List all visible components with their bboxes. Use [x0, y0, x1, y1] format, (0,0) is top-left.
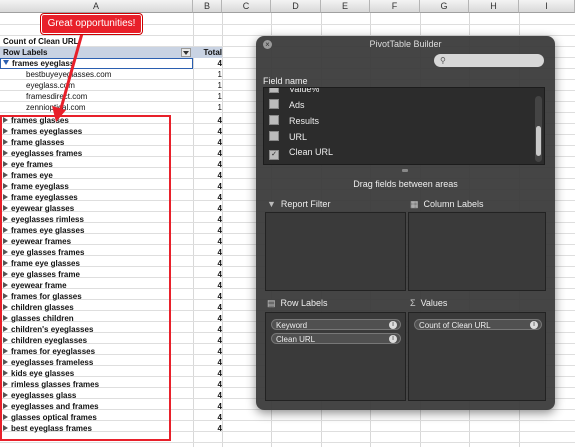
pivot-child-value: 1 [217, 81, 222, 90]
row-labels-filter-icon[interactable] [181, 48, 191, 57]
search-icon: ⚲ [440, 56, 446, 65]
field-list-scroll-thumb[interactable] [536, 126, 541, 156]
search-input[interactable]: ⚲ [434, 54, 544, 67]
pivot-row-value: 4 [217, 149, 222, 158]
highlight-box [0, 115, 171, 441]
field-list[interactable]: Value% Ads Results URL ✓ Clean URL [263, 87, 545, 165]
checkbox-icon[interactable] [269, 115, 279, 125]
pivot-row-value: 4 [217, 193, 222, 202]
pivot-row-value: 4 [217, 160, 222, 169]
pivot-row-value: 4 [217, 270, 222, 279]
pivot-row-value: 4 [217, 215, 222, 224]
col-header-h[interactable]: H [469, 0, 519, 13]
col-header-d[interactable]: D [271, 0, 321, 13]
sigma-icon: Σ [410, 298, 416, 308]
pivot-row-value: 4 [217, 182, 222, 191]
rows-icon: ▤ [267, 298, 276, 308]
pivottable-builder[interactable]: × PivotTable Builder ⚲ Field name Value%… [256, 36, 555, 410]
pivot-row-value: 4 [217, 248, 222, 257]
drag-hint: Drag fields between areas [353, 179, 458, 189]
pivot-row-value: 4 [217, 391, 222, 400]
col-header-f[interactable]: F [370, 0, 420, 13]
builder-title: PivotTable Builder [369, 39, 442, 49]
column-labels-area[interactable] [408, 212, 546, 291]
info-icon[interactable]: i [389, 321, 397, 329]
pivot-child-value: 1 [217, 103, 222, 112]
col-header-e[interactable]: E [321, 0, 370, 13]
pivot-row-value: 4 [217, 336, 222, 345]
pivot-row-value: 4 [217, 380, 222, 389]
row-labels-label: ▤ Row Labels [267, 298, 328, 308]
checkbox-checked-icon[interactable]: ✓ [269, 150, 279, 160]
pivot-row-value: 4 [217, 116, 222, 125]
checkbox-icon[interactable] [269, 99, 279, 109]
field-item[interactable]: Value% [269, 87, 320, 94]
pivot-row-value: 4 [217, 59, 222, 68]
clean-url-pill[interactable]: Clean URL i [271, 333, 401, 344]
pivot-child-value: 1 [217, 70, 222, 79]
field-label: Clean URL [289, 147, 334, 157]
col-header-b[interactable]: B [193, 0, 222, 13]
pivot-child-value: 1 [217, 92, 222, 101]
column-labels-label: ▦ Column Labels [410, 199, 484, 209]
callout-label: Great opportunities! [41, 14, 142, 34]
field-item[interactable]: Results [269, 115, 319, 126]
pivot-row-value: 4 [217, 127, 222, 136]
field-item[interactable]: URL [269, 131, 307, 142]
filter-icon: ▼ [267, 199, 276, 209]
pivot-row-value: 4 [217, 424, 222, 433]
checkbox-icon[interactable] [269, 131, 279, 141]
report-filter-label: ▼ Report Filter [267, 199, 331, 209]
row-labels-area[interactable]: Keyword i Clean URL i [265, 312, 406, 401]
pivot-row-value: 4 [217, 303, 222, 312]
field-label: Value% [289, 87, 320, 94]
report-filter-area[interactable] [265, 212, 406, 291]
resize-grip-icon[interactable] [402, 169, 408, 172]
field-label: Results [289, 116, 320, 126]
columns-icon: ▦ [410, 199, 419, 209]
pivot-row-value: 4 [217, 237, 222, 246]
field-label: URL [289, 132, 308, 142]
checkbox-icon[interactable] [269, 88, 279, 93]
pivot-row-value: 4 [217, 314, 222, 323]
keyword-pill[interactable]: Keyword i [271, 319, 401, 330]
pivot-row-value: 4 [217, 259, 222, 268]
info-icon[interactable]: i [389, 335, 397, 343]
pivot-row-value: 4 [217, 347, 222, 356]
field-item[interactable]: Ads [269, 99, 305, 110]
grid-hline [0, 442, 575, 443]
values-area[interactable]: Count of Clean URL i [408, 312, 546, 401]
pivot-row-value: 4 [217, 369, 222, 378]
col-header-g[interactable]: G [420, 0, 469, 13]
pivot-row-value: 4 [217, 171, 222, 180]
col-header-i[interactable]: I [519, 0, 575, 13]
field-name-label: Field name [263, 76, 308, 86]
pivot-row-value: 4 [217, 413, 222, 422]
pivot-row-value: 4 [217, 358, 222, 367]
pivot-row-value: 4 [217, 281, 222, 290]
pivot-row-value: 4 [217, 204, 222, 213]
field-item[interactable]: ✓ Clean URL [269, 147, 333, 160]
count-clean-url-pill[interactable]: Count of Clean URL i [414, 319, 542, 330]
pivot-row-value: 4 [217, 325, 222, 334]
col-header-c[interactable]: C [222, 0, 271, 13]
pivot-row-value: 4 [217, 226, 222, 235]
pivot-row-value: 4 [217, 138, 222, 147]
field-label: Ads [289, 100, 305, 110]
total-header[interactable]: Total [196, 47, 222, 58]
info-icon[interactable]: i [530, 321, 538, 329]
pivot-row-value: 4 [217, 292, 222, 301]
values-label: Σ Values [410, 298, 448, 308]
pivot-row-value: 4 [217, 402, 222, 411]
